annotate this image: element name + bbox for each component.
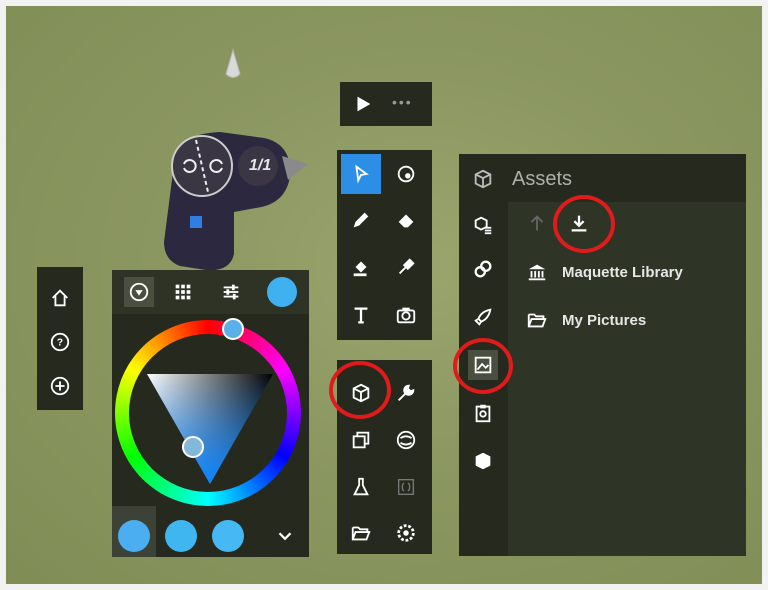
- up-folder-button[interactable]: [522, 208, 552, 238]
- saturation-handle[interactable]: [182, 436, 204, 458]
- settings-button[interactable]: [391, 518, 421, 548]
- globe-icon: [396, 430, 416, 450]
- library-icon: [528, 264, 546, 281]
- text-tool[interactable]: [346, 300, 376, 330]
- expand-colors-button[interactable]: [270, 521, 300, 551]
- play-icon: [357, 96, 371, 112]
- assets-tab-clipboard[interactable]: [468, 398, 498, 428]
- play-bar: •••: [340, 82, 432, 126]
- lab-button[interactable]: [346, 472, 376, 502]
- objects-panel: [337, 360, 432, 554]
- my-pictures-item[interactable]: My Pictures: [562, 312, 646, 329]
- folder-open-icon: [351, 526, 371, 541]
- environment-button[interactable]: [391, 425, 421, 455]
- folder-icon: [527, 313, 547, 328]
- assets-tab-cube[interactable]: [468, 446, 498, 476]
- primitives-button[interactable]: [346, 378, 376, 408]
- saturation-triangle[interactable]: [147, 374, 273, 484]
- arrow-up-icon: [530, 215, 544, 231]
- recent-color-2[interactable]: [165, 520, 197, 552]
- add-button[interactable]: [45, 371, 75, 401]
- lasso-icon: [397, 165, 415, 183]
- cube-icon: [352, 383, 370, 403]
- assets-tab-rocket[interactable]: [468, 302, 498, 332]
- help-button[interactable]: ?: [45, 327, 75, 357]
- tab-wheel[interactable]: [124, 277, 154, 307]
- open-folder-button[interactable]: [346, 518, 376, 548]
- fill-tool[interactable]: [346, 252, 376, 282]
- svg-text:?: ?: [57, 338, 63, 349]
- triangle-wheel-icon: [129, 282, 149, 302]
- my-pictures-icon: [522, 305, 552, 335]
- more-button[interactable]: •••: [392, 94, 413, 110]
- tools-misc-button[interactable]: [391, 378, 421, 408]
- hue-handle[interactable]: [222, 318, 244, 340]
- clipboard-icon: [475, 404, 491, 423]
- assets-tab-links[interactable]: [468, 254, 498, 284]
- sliders-icon: [223, 284, 239, 300]
- eyedropper-tool[interactable]: [391, 252, 421, 282]
- cursor-icon: [355, 164, 369, 184]
- assets-tab-shapes[interactable]: [468, 210, 498, 240]
- current-color-swatch[interactable]: [267, 277, 297, 307]
- controller-page-indicator: 1/1: [249, 157, 272, 174]
- download-icon: [571, 215, 587, 232]
- assets-content-area: [508, 202, 746, 556]
- layers-icon: [352, 431, 370, 449]
- tools-panel: [337, 150, 432, 340]
- code-brackets-icon: [397, 478, 415, 496]
- cone-marker-icon: [225, 48, 241, 78]
- tab-palette[interactable]: [168, 277, 198, 307]
- image-icon: [474, 356, 492, 374]
- flask-icon: [353, 477, 369, 496]
- home-icon: [52, 289, 68, 307]
- cube-list-icon: [474, 216, 492, 235]
- pencil-tool[interactable]: [346, 205, 376, 235]
- camera-icon: [396, 307, 416, 324]
- recent-color-3[interactable]: [212, 520, 244, 552]
- color-picker-panel: [112, 270, 309, 557]
- eyedropper-icon: [398, 258, 415, 275]
- eraser-icon: [398, 214, 414, 228]
- plus-circle-icon: [50, 376, 70, 396]
- wrench-icon: [398, 384, 415, 401]
- play-button[interactable]: [348, 89, 378, 119]
- main-menu-bar: ?: [37, 267, 83, 410]
- gear-icon: [397, 524, 415, 542]
- chevron-down-icon: [278, 532, 292, 541]
- assets-tab-images[interactable]: [468, 350, 498, 380]
- download-button[interactable]: [564, 208, 594, 238]
- home-button[interactable]: [45, 283, 75, 313]
- assets-cube-icon: [468, 164, 498, 194]
- tab-sliders[interactable]: [216, 277, 246, 307]
- camera-tool[interactable]: [391, 300, 421, 330]
- eraser-tool[interactable]: [391, 205, 421, 235]
- link-icon: [474, 260, 492, 278]
- vr-controller: [164, 132, 308, 271]
- duplicate-button[interactable]: [346, 425, 376, 455]
- assets-title: Assets: [512, 168, 573, 190]
- select-tool[interactable]: [341, 154, 381, 194]
- rocket-icon: [474, 308, 492, 326]
- lasso-tool[interactable]: [391, 159, 421, 189]
- cube-solid-icon: [475, 452, 491, 470]
- grid-icon: [175, 284, 191, 300]
- paint-bucket-icon: [353, 261, 367, 277]
- maquette-library-icon: [522, 257, 552, 287]
- assets-panel: Assets Maquette Library My Pictures: [459, 154, 746, 556]
- help-icon: ?: [50, 332, 70, 352]
- maquette-library-item[interactable]: Maquette Library: [562, 264, 683, 281]
- text-icon: [354, 307, 368, 324]
- script-button[interactable]: [391, 472, 421, 502]
- recent-color-1[interactable]: [118, 520, 150, 552]
- pencil-icon: [353, 212, 369, 228]
